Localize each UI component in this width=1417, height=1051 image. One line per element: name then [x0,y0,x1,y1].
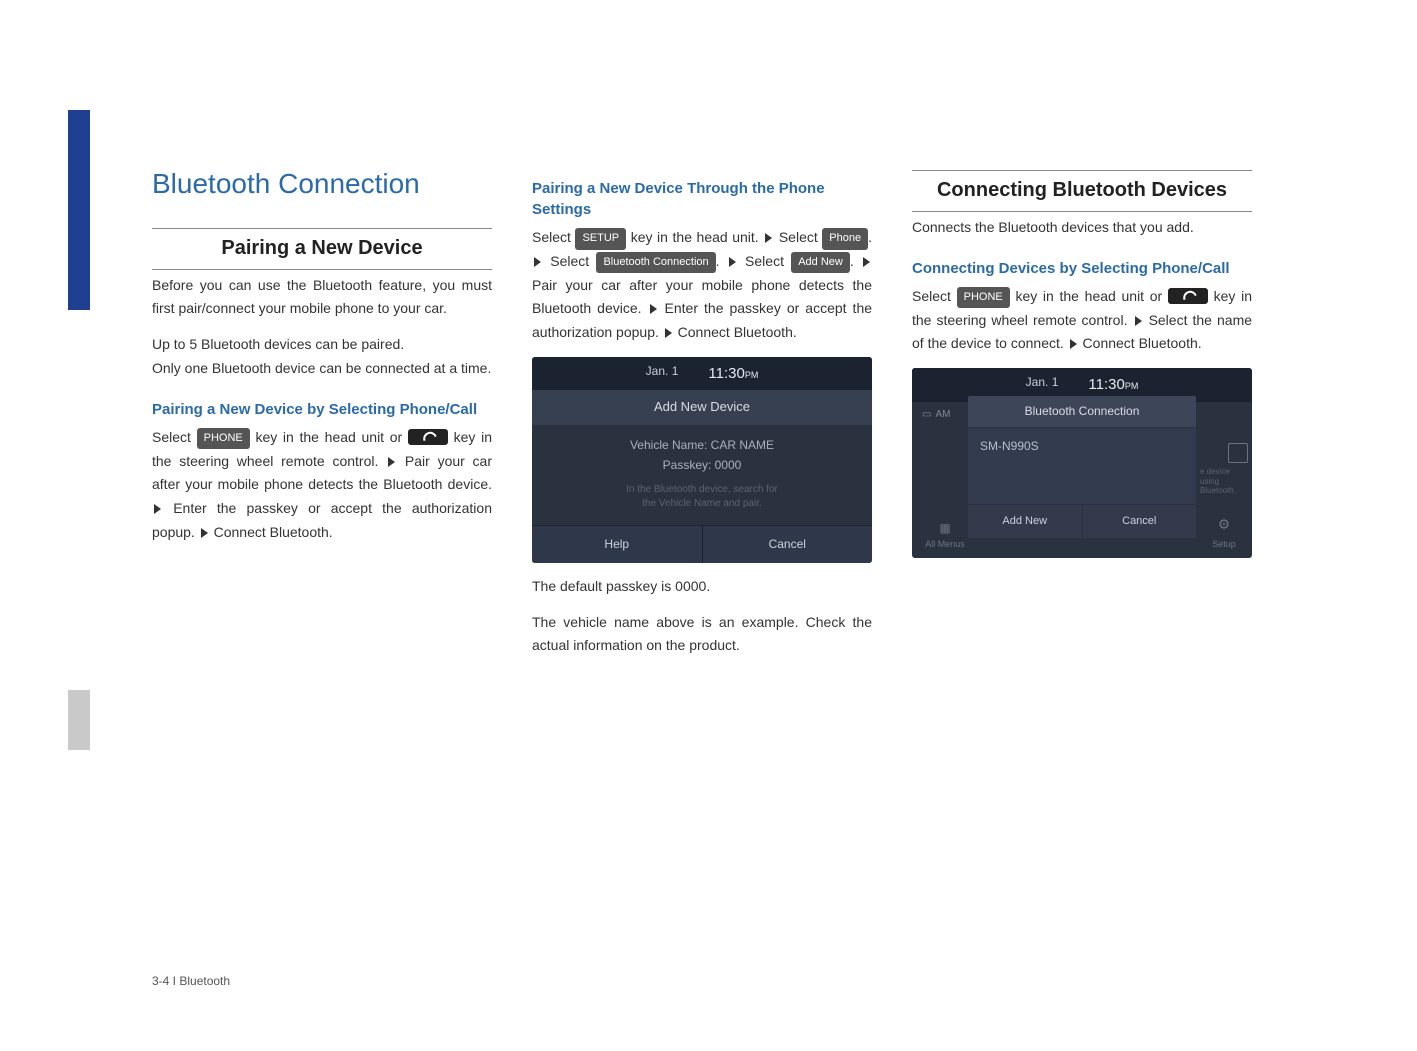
dialog-buttons: Help Cancel [532,525,872,562]
text-connect-bt: Connect Bluetooth. [678,324,797,340]
status-date: Jan. 1 [1026,372,1059,398]
subheading-connect-by-phone-call: Connecting Devices by Selecting Phone/Ca… [912,258,1252,279]
text-head-unit-or: key in the head unit or [255,429,407,445]
pairing-intro-1: Before you can use the Bluetooth feature… [152,274,492,322]
phone-key-label: PHONE [197,428,250,450]
text-head-unit-or: key in the head unit or [1015,288,1167,304]
setup-button[interactable]: Setup [1204,513,1244,552]
radio-band-label: ▭ AM [922,406,950,423]
bt-connection-label: Bluetooth Connection [596,252,715,274]
arrow-icon [1070,339,1077,349]
arrow-icon [729,257,736,267]
text-head-unit: key in the head unit. [631,229,764,245]
dialog-hint: In the Bluetooth device, search for the … [546,483,858,511]
page-footer: 3-4 I Bluetooth [152,971,230,991]
arrow-icon [201,528,208,538]
column-3: Connecting Bluetooth Devices Connects th… [912,90,1252,670]
arrow-icon [154,504,161,514]
device-item[interactable]: SM-N990S [968,427,1196,464]
status-time: 11:30PM [708,361,758,387]
bt-connection-dialog: Bluetooth Connection SM-N990S Add New Ca… [968,396,1196,537]
status-time: 11:30PM [1088,372,1138,398]
cancel-button[interactable]: Cancel [702,526,873,562]
cancel-button[interactable]: Cancel [1082,505,1197,538]
text-select: Select [152,429,197,445]
default-passkey-note: The default passkey is 0000. [532,575,872,599]
text-select: Select [745,253,791,269]
subheading-pair-by-phone-call: Pairing a New Device by Selecting Phone/… [152,399,492,420]
connecting-intro: Connects the Bluetooth devices that you … [912,216,1252,240]
arrow-icon [765,233,772,243]
blue-tab-marker [68,110,90,310]
all-menus-button[interactable]: All Menus [920,518,970,553]
text-select: Select [912,288,957,304]
page-title: Bluetooth Connection [152,160,492,208]
gray-tab-marker [68,690,90,750]
arrow-icon [665,328,672,338]
dialog-title: Add New Device [532,390,872,424]
period: . [850,253,861,269]
text-select: Select [532,229,575,245]
phone-menu-label: Phone [822,228,868,250]
time-ampm: PM [745,370,759,380]
document-page: Bluetooth Connection Pairing a New Devic… [0,0,1417,1051]
dialog-title: Bluetooth Connection [968,396,1196,426]
dialog-body: Vehicle Name: CAR NAME Passkey: 0000 In … [532,425,872,526]
text-connect-bt: Connect Bluetooth. [1083,335,1202,351]
pair-by-phone-steps: Select PHONE key in the head unit or key… [152,426,492,545]
arrow-icon [650,304,657,314]
arrow-icon [388,457,395,467]
am-label: AM [935,406,950,423]
period: . [868,229,872,245]
hint-line-2: the Vehicle Name and pair. [546,497,858,511]
subheading-pair-through-settings: Pairing a New Device Through the Phone S… [532,178,872,220]
text-select: Select [550,253,596,269]
passkey-label: Passkey: 0000 [546,455,858,475]
grid-icon [938,518,952,532]
call-icon [1168,288,1208,304]
text-connect-bt: Connect Bluetooth. [214,524,333,540]
arrow-icon [1135,316,1142,326]
hint-text: e device using Bluetooth [1200,467,1248,496]
period: . [716,253,727,269]
arrow-icon [534,257,541,267]
bt-hint-text: e device using Bluetooth [1200,443,1248,496]
left-margin [0,0,90,1051]
section-connecting-bt-devices: Connecting Bluetooth Devices [912,170,1252,212]
dialog-buttons: Add New Cancel [968,504,1196,538]
radio-icon: ▭ [922,406,931,423]
pairing-intro-2: Up to 5 Bluetooth devices can be paired. [152,333,492,357]
add-new-button[interactable]: Add New [968,505,1082,538]
content-columns: Bluetooth Connection Pairing a New Devic… [152,90,1357,670]
time-value: 11:30 [708,365,744,382]
add-new-label: Add New [791,252,850,274]
column-2: Pairing a New Device Through the Phone S… [532,90,872,670]
time-ampm: PM [1125,381,1139,391]
status-date: Jan. 1 [646,361,679,387]
screenshot-add-new-device: Jan. 1 11:30PM Add New Device Vehicle Na… [532,357,872,563]
connect-by-phone-steps: Select PHONE key in the head unit or key… [912,285,1252,356]
setup-key-label: SETUP [575,228,626,250]
status-bar: Jan. 1 11:30PM [532,357,872,391]
all-menus-label: All Menus [920,537,970,552]
gear-icon [1204,513,1244,537]
screenshot-bt-connection: Jan. 1 11:30PM ▭ AM e device using Bluet… [912,368,1252,558]
arrow-icon [863,257,870,267]
phone-bt-icon [1228,443,1248,463]
section-pairing-new-device: Pairing a New Device [152,228,492,270]
column-1: Bluetooth Connection Pairing a New Devic… [152,90,492,670]
help-button[interactable]: Help [532,526,702,562]
pairing-intro-3: Only one Bluetooth device can be connect… [152,357,492,381]
hint-line-1: In the Bluetooth device, search for [546,483,858,497]
phone-key-label: PHONE [957,287,1010,309]
setup-label: Setup [1204,537,1244,552]
time-value: 11:30 [1088,376,1124,393]
vehicle-name-note: The vehicle name above is an example. Ch… [532,611,872,659]
text-select: Select [779,229,822,245]
call-icon [408,429,448,445]
pair-settings-steps: Select SETUP key in the head unit. Selec… [532,226,872,345]
vehicle-name-label: Vehicle Name: CAR NAME [546,435,858,455]
